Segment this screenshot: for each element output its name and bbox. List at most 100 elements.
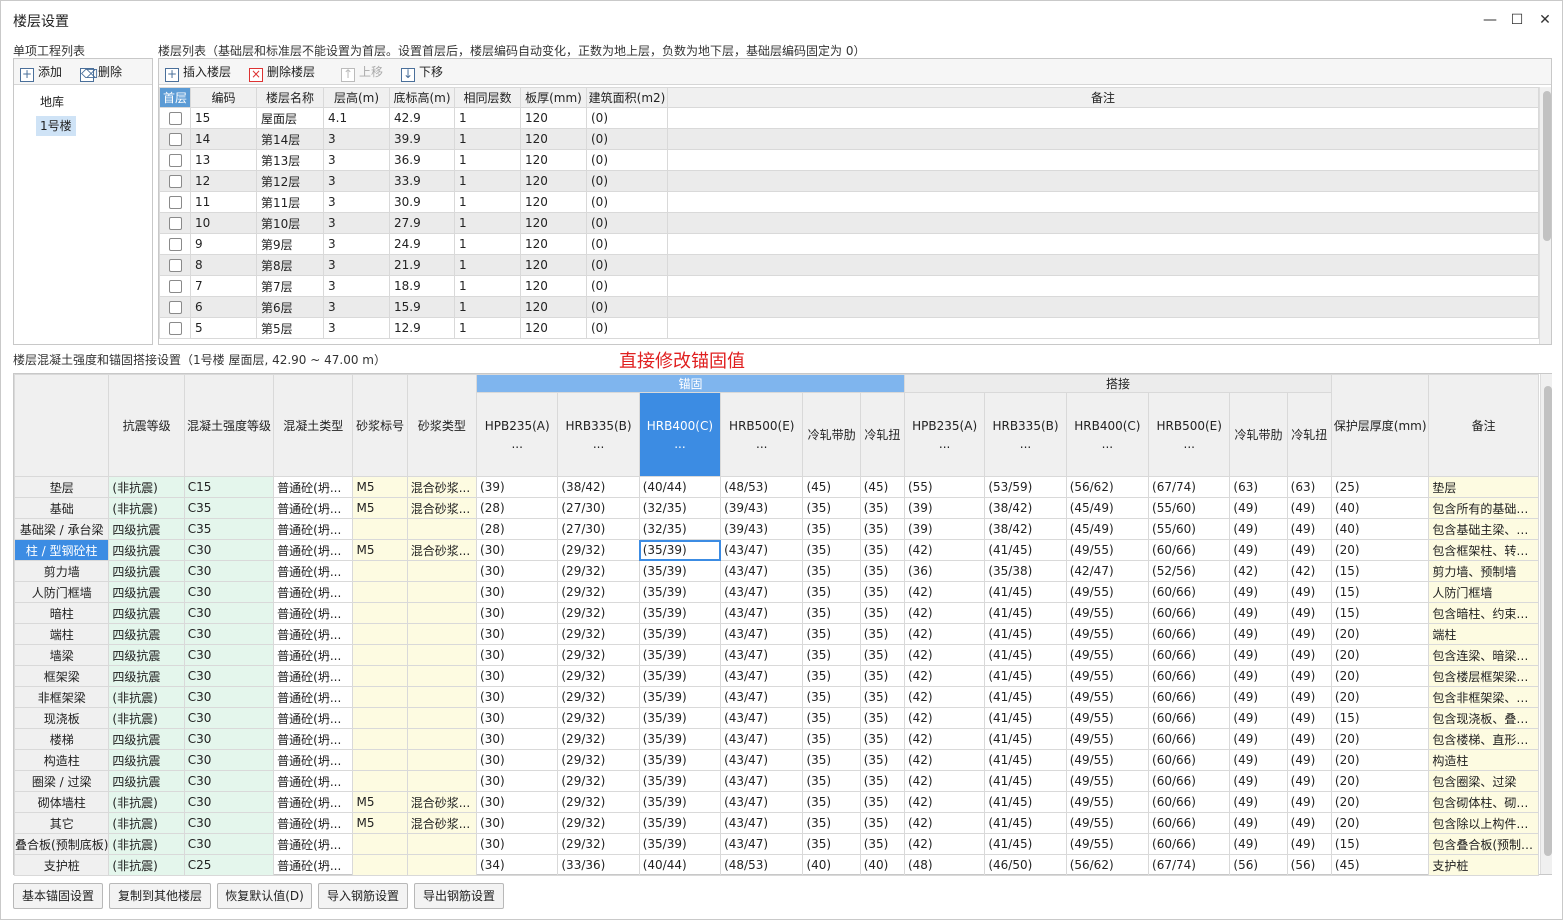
floor-cell[interactable]: (0) <box>586 296 668 318</box>
rebar-cell[interactable]: (49/55) <box>1065 770 1150 792</box>
project-item-building-1[interactable]: 1号楼 <box>36 116 76 136</box>
rebar-cell[interactable]: (49) <box>1286 728 1332 750</box>
close-icon[interactable]: ✕ <box>1534 9 1556 31</box>
rebar-cell[interactable]: (42) <box>1229 560 1288 582</box>
rebar-cell[interactable]: (42) <box>903 770 986 792</box>
floor-cell[interactable]: 1 <box>454 107 521 129</box>
minimize-icon[interactable]: — <box>1479 9 1501 31</box>
rebar-cell[interactable]: (35/39) <box>638 770 722 792</box>
rebar-cell[interactable]: 包含除以上构件类... <box>1428 812 1539 834</box>
rebar-cell[interactable]: (49) <box>1229 770 1288 792</box>
rebar-cell[interactable]: (49) <box>1229 623 1288 645</box>
first-floor-checkbox[interactable] <box>168 322 182 335</box>
rebar-cell[interactable]: (35) <box>802 518 861 540</box>
rebar-cell[interactable]: (15) <box>1330 581 1430 603</box>
floor-cell[interactable]: (0) <box>586 107 668 129</box>
anchor-col-header[interactable]: 冷轧带肋 <box>802 392 861 477</box>
rebar-cell[interactable]: (49) <box>1229 749 1288 771</box>
component-name-cell[interactable]: 现浇板 <box>13 707 110 729</box>
rebar-cell[interactable] <box>352 833 408 855</box>
floor-cell[interactable]: 5 <box>190 317 257 339</box>
rebar-cell[interactable]: (20) <box>1330 791 1430 813</box>
rebar-cell[interactable]: (35) <box>859 728 905 750</box>
rebar-cell[interactable]: (60/66) <box>1148 644 1231 666</box>
floor-cell[interactable] <box>667 149 1539 171</box>
rebar-cell[interactable] <box>406 518 478 540</box>
rebar-cell[interactable]: (35) <box>859 644 905 666</box>
rebar-cell[interactable]: 包含砌体柱、砌体墙 <box>1428 791 1539 813</box>
rebar-cell[interactable]: (63) <box>1286 476 1332 498</box>
rebar-cell[interactable]: 混合砂浆... <box>406 476 478 498</box>
rebar-cell[interactable]: 混合砂浆... <box>406 539 478 561</box>
floor-row[interactable]: 14 第14层 3 39.9 1 120 (0) <box>159 128 1539 150</box>
rebar-cell[interactable]: (29/32) <box>557 728 640 750</box>
first-floor-checkbox-cell[interactable] <box>159 275 191 297</box>
rebar-cell[interactable]: (42) <box>903 581 986 603</box>
rebar-cell[interactable]: (39/43) <box>720 518 804 540</box>
floor-cell[interactable]: 3 <box>323 170 390 192</box>
rebar-cell[interactable]: (30) <box>476 812 559 834</box>
rebar-row[interactable]: 基础梁 / 承台梁 四级抗震 C35 普通砼(坍... (28) (27/30) (32/3… <box>13 518 1539 540</box>
rebar-cell[interactable]: (41/45) <box>984 602 1067 624</box>
rebar-cell[interactable]: (35) <box>802 707 861 729</box>
floor-cell[interactable]: (0) <box>586 170 668 192</box>
rebar-cell[interactable]: (60/66) <box>1148 707 1231 729</box>
floor-cell[interactable]: 3 <box>323 254 390 276</box>
rebar-cell[interactable]: 包含圈梁、过梁 <box>1428 770 1539 792</box>
rebar-cell[interactable]: 支护桩 <box>1428 854 1539 876</box>
rebar-cell[interactable]: (55/60) <box>1148 518 1231 540</box>
rebar-cell[interactable]: (30) <box>476 560 559 582</box>
floor-cell[interactable]: 第5层 <box>256 317 324 339</box>
component-name-cell[interactable]: 端柱 <box>13 623 110 645</box>
rebar-cell[interactable]: M5 <box>352 497 408 519</box>
rebar-cell[interactable]: (36) <box>903 560 986 582</box>
first-floor-checkbox[interactable] <box>168 175 182 188</box>
rebar-cell[interactable]: (35) <box>859 539 905 561</box>
rebar-cell[interactable]: (49/55) <box>1065 686 1150 708</box>
rebar-cell[interactable]: (49) <box>1229 707 1288 729</box>
rebar-cell[interactable]: (35) <box>859 560 905 582</box>
rebar-cell[interactable]: (52/56) <box>1148 560 1231 582</box>
rebar-cell[interactable]: (43/47) <box>720 812 804 834</box>
rebar-col-header[interactable]: 砂浆标号 <box>352 374 408 477</box>
rebar-col-header[interactable]: 砂浆类型 <box>406 374 478 477</box>
rebar-cell[interactable]: (42) <box>903 623 986 645</box>
rebar-cell[interactable]: (49) <box>1286 665 1332 687</box>
rebar-row[interactable]: 柱 / 型钢砼柱 四级抗震 C30 普通砼(坍... M5 混合砂浆... (30) (29/… <box>13 539 1539 561</box>
rebar-cell[interactable]: (49/55) <box>1065 728 1150 750</box>
rebar-cell[interactable]: 普通砼(坍... <box>273 476 354 498</box>
first-floor-checkbox[interactable] <box>168 280 182 293</box>
rebar-cell[interactable]: (41/45) <box>984 728 1067 750</box>
component-name-cell[interactable]: 构造柱 <box>13 749 110 771</box>
rebar-cell[interactable]: (49) <box>1286 581 1332 603</box>
rebar-cell[interactable]: C30 <box>183 728 275 750</box>
rebar-cell[interactable] <box>352 560 408 582</box>
rebar-cell[interactable] <box>352 518 408 540</box>
first-floor-checkbox[interactable] <box>168 196 182 209</box>
rebar-cell[interactable]: (49) <box>1229 728 1288 750</box>
rebar-cell[interactable]: (49) <box>1229 665 1288 687</box>
first-floor-checkbox-cell[interactable] <box>159 254 191 276</box>
rebar-cell[interactable]: (35) <box>802 833 861 855</box>
rebar-cell[interactable]: 四级抗震 <box>108 518 185 540</box>
rebar-cell[interactable]: (20) <box>1330 728 1430 750</box>
rebar-cell[interactable]: (49) <box>1229 581 1288 603</box>
rebar-cell[interactable] <box>406 749 478 771</box>
basic-anchor-settings-button[interactable]: 基本锚固设置 <box>13 883 103 909</box>
rebar-col-header[interactable]: 混凝土类型 <box>273 374 354 477</box>
floor-cell[interactable]: (0) <box>586 191 668 213</box>
rebar-cell[interactable]: 四级抗震 <box>108 581 185 603</box>
rebar-cell[interactable]: M5 <box>352 812 408 834</box>
floor-cell[interactable]: 3 <box>323 212 390 234</box>
rebar-cell[interactable]: 人防门框墙 <box>1428 581 1539 603</box>
rebar-row[interactable]: 端柱 四级抗震 C30 普通砼(坍... (30) (29/32) (35/39) (43/4… <box>13 623 1539 645</box>
rebar-cell[interactable]: (56) <box>1286 854 1332 876</box>
rebar-cell[interactable]: (35/39) <box>638 539 722 561</box>
rebar-cell[interactable]: (28) <box>476 497 559 519</box>
rebar-cell[interactable]: (35) <box>802 749 861 771</box>
rebar-cell[interactable]: (35/39) <box>638 602 722 624</box>
rebar-cell[interactable]: 包含连梁、暗梁、... <box>1428 644 1539 666</box>
rebar-cell[interactable]: (45) <box>859 476 905 498</box>
floor-cell[interactable]: 120 <box>520 275 587 297</box>
rebar-cell[interactable]: (30) <box>476 539 559 561</box>
